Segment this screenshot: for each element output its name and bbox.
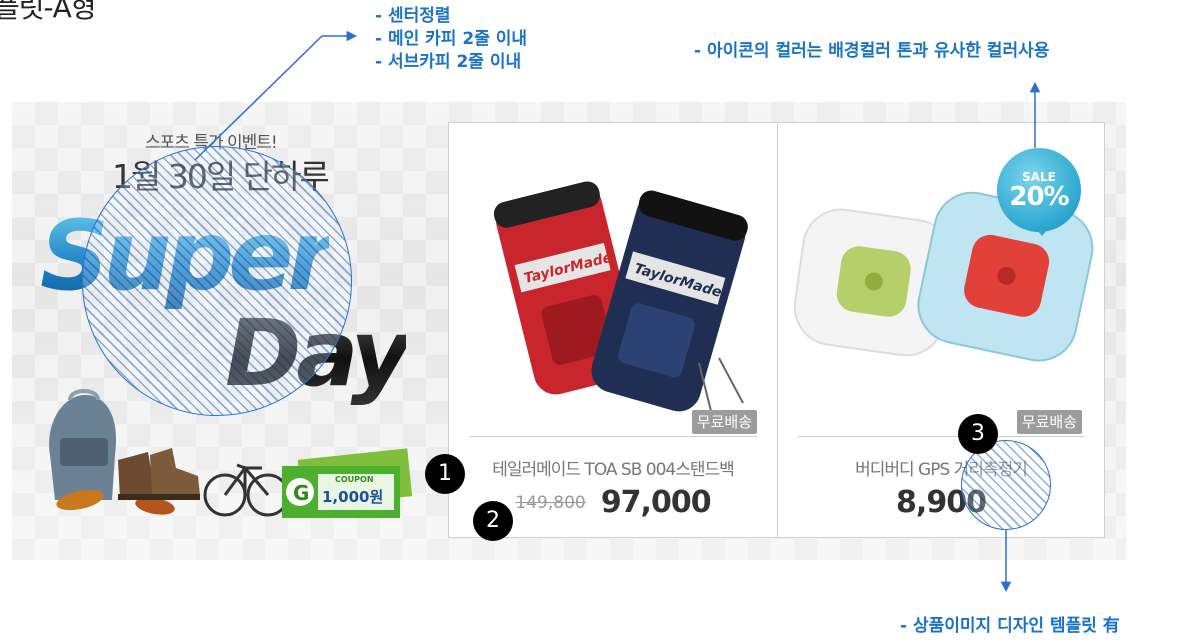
annotation-arrows — [194, 30, 1041, 593]
design-guide-page: 플릿-A형 - 센터정렬 - 메인 카피 2줄 이내 - 서브카피 2줄 이내 … — [0, 0, 1201, 643]
marker-1-icon: 1 — [425, 454, 465, 494]
marker-2-icon: 2 — [473, 501, 513, 541]
marker-3-icon: 3 — [958, 414, 998, 454]
arrow-to-copy-note — [194, 30, 358, 161]
